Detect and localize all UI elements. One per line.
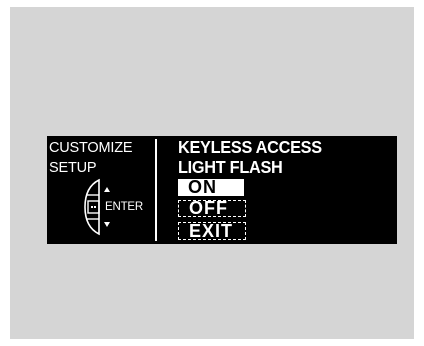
enter-label: ENTER [105,201,143,213]
option-on[interactable]: ON [178,178,244,196]
figure-background: CUSTOMIZE SETUP ENTER KEYLESS ACCESS LIG… [10,7,414,339]
menu-context-line1: CUSTOMIZE [49,140,133,156]
setting-heading-line2: LIGHT FLASH [178,157,283,177]
enter-button-dot-2 [94,206,96,208]
enter-button-dot-1 [91,206,93,208]
menu-context-line2: SETUP [49,160,97,176]
display-screen: CUSTOMIZE SETUP ENTER KEYLESS ACCESS LIG… [47,136,397,244]
setting-heading-line1: KEYLESS ACCESS [178,137,322,157]
vertical-divider [155,139,157,241]
enter-button-icon [87,200,100,214]
setting-heading: KEYLESS ACCESS LIGHT FLASH [178,137,322,177]
option-off[interactable]: OFF [178,199,246,217]
option-exit[interactable]: EXIT [178,222,246,240]
up-arrow-icon [104,187,110,192]
menu-context-title: CUSTOMIZE SETUP [49,138,133,178]
down-arrow-icon [104,222,110,227]
